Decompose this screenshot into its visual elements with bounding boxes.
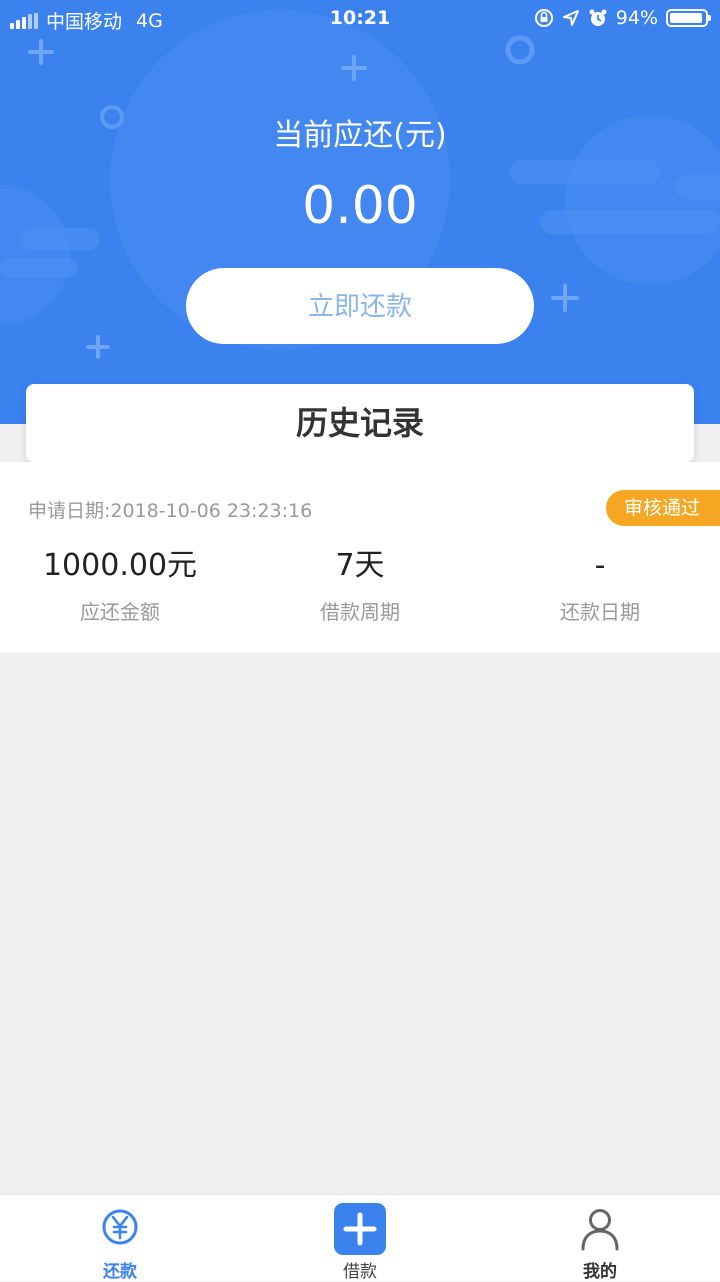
tab-borrow[interactable]: 借款: [240, 1195, 480, 1282]
stat-label: 应还金额: [80, 600, 160, 624]
status-badge: 审核通过: [605, 490, 720, 526]
stat-value: 7天: [335, 548, 385, 583]
rotation-lock-icon: [534, 9, 553, 27]
header-banner: 中国移动 4G 10:21 94% 当前应还(元) 0.00 立即还款: [0, 0, 720, 424]
amount-due-label: 当前应还(元): [273, 118, 447, 153]
tab-label: 我的: [583, 1262, 617, 1282]
tab-label: 借款: [343, 1262, 377, 1282]
record-stats: 1000.00元 应还金额 7天 借款周期 - 还款日期: [0, 546, 720, 625]
stat-repay-date: - 还款日期: [480, 546, 720, 625]
plus-square-icon: [334, 1203, 386, 1255]
history-title: 历史记录: [26, 384, 694, 462]
stat-value: 1000.00元: [42, 548, 198, 583]
tab-label: 还款: [103, 1262, 137, 1282]
alarm-icon: [589, 9, 607, 26]
apply-date: 申请日期:2018-10-06 23:23:16: [28, 500, 313, 522]
yen-circle-icon: [102, 1209, 138, 1245]
battery-percent: 94%: [615, 7, 658, 29]
stat-loan-period: 7天 借款周期: [240, 546, 480, 625]
location-arrow-icon: [562, 10, 579, 26]
stat-label: 借款周期: [320, 600, 400, 624]
tab-repay[interactable]: 还款: [0, 1195, 240, 1282]
battery-icon: [666, 9, 711, 27]
amount-due-value: 0.00: [302, 176, 418, 236]
user-icon: [581, 1209, 619, 1251]
repay-now-button[interactable]: 立即还款: [186, 268, 534, 344]
tab-bar: 还款 借款 我的: [0, 1194, 720, 1282]
stat-value: -: [594, 548, 606, 583]
tab-mine[interactable]: 我的: [480, 1195, 720, 1282]
stat-label: 还款日期: [560, 600, 640, 624]
stat-amount-due: 1000.00元 应还金额: [0, 546, 240, 625]
loan-record[interactable]: 申请日期:2018-10-06 23:23:16 审核通过 1000.00元 应…: [0, 462, 720, 652]
status-bar: 中国移动 4G 10:21 94%: [0, 0, 720, 38]
